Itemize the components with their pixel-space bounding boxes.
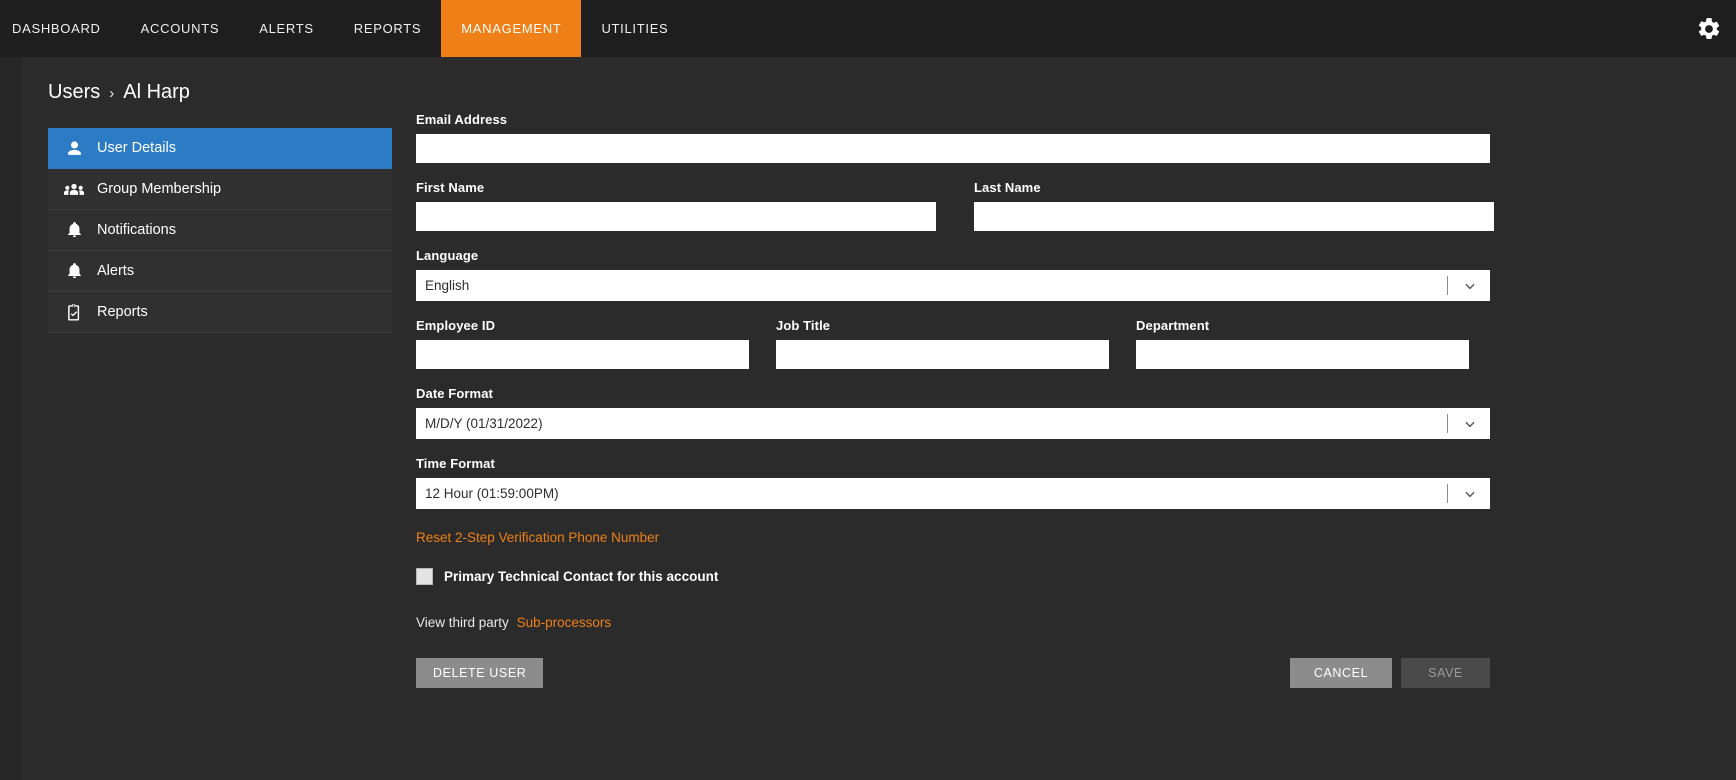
clipboard-check-icon bbox=[64, 302, 84, 322]
primary-technical-contact-checkbox[interactable] bbox=[416, 568, 433, 585]
form-action-buttons: DELETE USER CANCEL SAVE bbox=[416, 658, 1490, 688]
sidebar-item-label: Group Membership bbox=[97, 181, 222, 197]
language-selected-value: English bbox=[425, 278, 470, 293]
settings-button[interactable] bbox=[1696, 0, 1722, 57]
label-job-title: Job Title bbox=[776, 318, 831, 333]
primary-technical-contact-label: Primary Technical Contact for this accou… bbox=[444, 569, 719, 584]
field-first-name: First Name bbox=[416, 180, 936, 231]
employee-id-input[interactable] bbox=[416, 340, 749, 369]
top-navigation-bar: DASHBOARD ACCOUNTS ALERTS REPORTS MANAGE… bbox=[0, 0, 1736, 57]
time-format-select[interactable]: 12 Hour (01:59:00PM) bbox=[416, 478, 1490, 509]
reset-2step-verification-link[interactable]: Reset 2-Step Verification Phone Number bbox=[416, 530, 659, 545]
subprocessors-row: View third party Sub-processors bbox=[416, 615, 1490, 630]
people-group-icon bbox=[64, 179, 84, 199]
nav-item-management[interactable]: MANAGEMENT bbox=[441, 0, 582, 57]
date-format-select[interactable]: M/D/Y (01/31/2022) bbox=[416, 408, 1490, 439]
select-divider bbox=[1447, 484, 1448, 503]
save-button[interactable]: SAVE bbox=[1401, 658, 1490, 688]
field-date-format: Date Format M/D/Y (01/31/2022) bbox=[416, 386, 1490, 439]
breadcrumb-current-user: Al Harp bbox=[123, 81, 190, 103]
label-first-name: First Name bbox=[416, 180, 485, 195]
breadcrumb-separator-icon: › bbox=[109, 85, 115, 102]
sidebar-item-user-details[interactable]: User Details bbox=[48, 128, 392, 169]
field-row-employment: Employee ID Job Title Department bbox=[416, 318, 1490, 369]
nav-item-accounts[interactable]: ACCOUNTS bbox=[121, 0, 240, 57]
employment-gap-2 bbox=[1109, 318, 1136, 369]
sidebar-item-group-membership[interactable]: Group Membership bbox=[48, 169, 392, 210]
email-address-input[interactable] bbox=[416, 134, 1490, 163]
label-date-format: Date Format bbox=[416, 386, 493, 401]
sidebar-item-label: Alerts bbox=[97, 263, 135, 279]
select-divider bbox=[1447, 276, 1448, 295]
sidebar-item-notifications[interactable]: Notifications bbox=[48, 210, 392, 251]
user-details-form: Email Address First Name Last Name Langu… bbox=[416, 112, 1494, 688]
breadcrumb-users-link[interactable]: Users bbox=[48, 81, 100, 104]
field-time-format: Time Format 12 Hour (01:59:00PM) bbox=[416, 456, 1490, 509]
delete-user-button[interactable]: DELETE USER bbox=[416, 658, 544, 688]
nav-item-dashboard[interactable]: DASHBOARD bbox=[0, 0, 121, 57]
field-job-title: Job Title bbox=[776, 318, 1109, 369]
reset-2step-row: Reset 2-Step Verification Phone Number bbox=[416, 529, 1490, 547]
breadcrumb: Users › Al Harp bbox=[48, 81, 190, 104]
department-input[interactable] bbox=[1136, 340, 1469, 369]
label-language: Language bbox=[416, 248, 479, 263]
page-body: Users › Al Harp User Details Group Membe… bbox=[0, 57, 1736, 780]
gear-icon bbox=[1696, 16, 1722, 42]
field-employee-id: Employee ID bbox=[416, 318, 749, 369]
job-title-input[interactable] bbox=[776, 340, 1109, 369]
nav-item-alerts[interactable]: ALERTS bbox=[239, 0, 334, 57]
first-name-input[interactable] bbox=[416, 202, 936, 231]
last-name-input[interactable] bbox=[974, 202, 1494, 231]
chevron-down-icon bbox=[1463, 279, 1477, 293]
field-row-name: First Name Last Name bbox=[416, 180, 1494, 231]
chevron-down-icon bbox=[1463, 487, 1477, 501]
sidebar-item-label: User Details bbox=[97, 140, 176, 156]
bell-icon bbox=[64, 261, 84, 281]
label-time-format: Time Format bbox=[416, 456, 495, 471]
date-format-selected-value: M/D/Y (01/31/2022) bbox=[425, 416, 543, 431]
person-icon bbox=[64, 138, 84, 158]
nav-item-reports[interactable]: REPORTS bbox=[334, 0, 442, 57]
subprocessors-prefix-text: View third party bbox=[416, 615, 509, 630]
sidebar-item-label: Reports bbox=[97, 304, 148, 320]
name-gap bbox=[936, 180, 974, 231]
label-employee-id: Employee ID bbox=[416, 318, 496, 333]
select-divider bbox=[1447, 414, 1448, 433]
sidebar-menu: User Details Group Membership Notificati… bbox=[48, 128, 392, 333]
language-select[interactable]: English bbox=[416, 270, 1490, 301]
nav-item-utilities[interactable]: UTILITIES bbox=[581, 0, 688, 57]
field-email-address: Email Address bbox=[416, 112, 1490, 163]
field-language: Language English bbox=[416, 248, 1490, 301]
label-last-name: Last Name bbox=[974, 180, 1041, 195]
label-department: Department bbox=[1136, 318, 1210, 333]
left-edge-strip bbox=[0, 57, 22, 780]
subprocessors-link[interactable]: Sub-processors bbox=[517, 615, 612, 630]
field-last-name: Last Name bbox=[974, 180, 1494, 231]
primary-technical-contact-row[interactable]: Primary Technical Contact for this accou… bbox=[416, 568, 1490, 585]
field-department: Department bbox=[1136, 318, 1469, 369]
sidebar-item-alerts[interactable]: Alerts bbox=[48, 251, 392, 292]
bell-icon bbox=[64, 220, 84, 240]
sidebar-item-reports[interactable]: Reports bbox=[48, 292, 392, 333]
cancel-button[interactable]: CANCEL bbox=[1289, 658, 1393, 688]
time-format-selected-value: 12 Hour (01:59:00PM) bbox=[425, 486, 559, 501]
employment-gap-1 bbox=[749, 318, 776, 369]
sidebar-item-label: Notifications bbox=[97, 222, 176, 238]
chevron-down-icon bbox=[1463, 417, 1477, 431]
label-email-address: Email Address bbox=[416, 112, 508, 127]
